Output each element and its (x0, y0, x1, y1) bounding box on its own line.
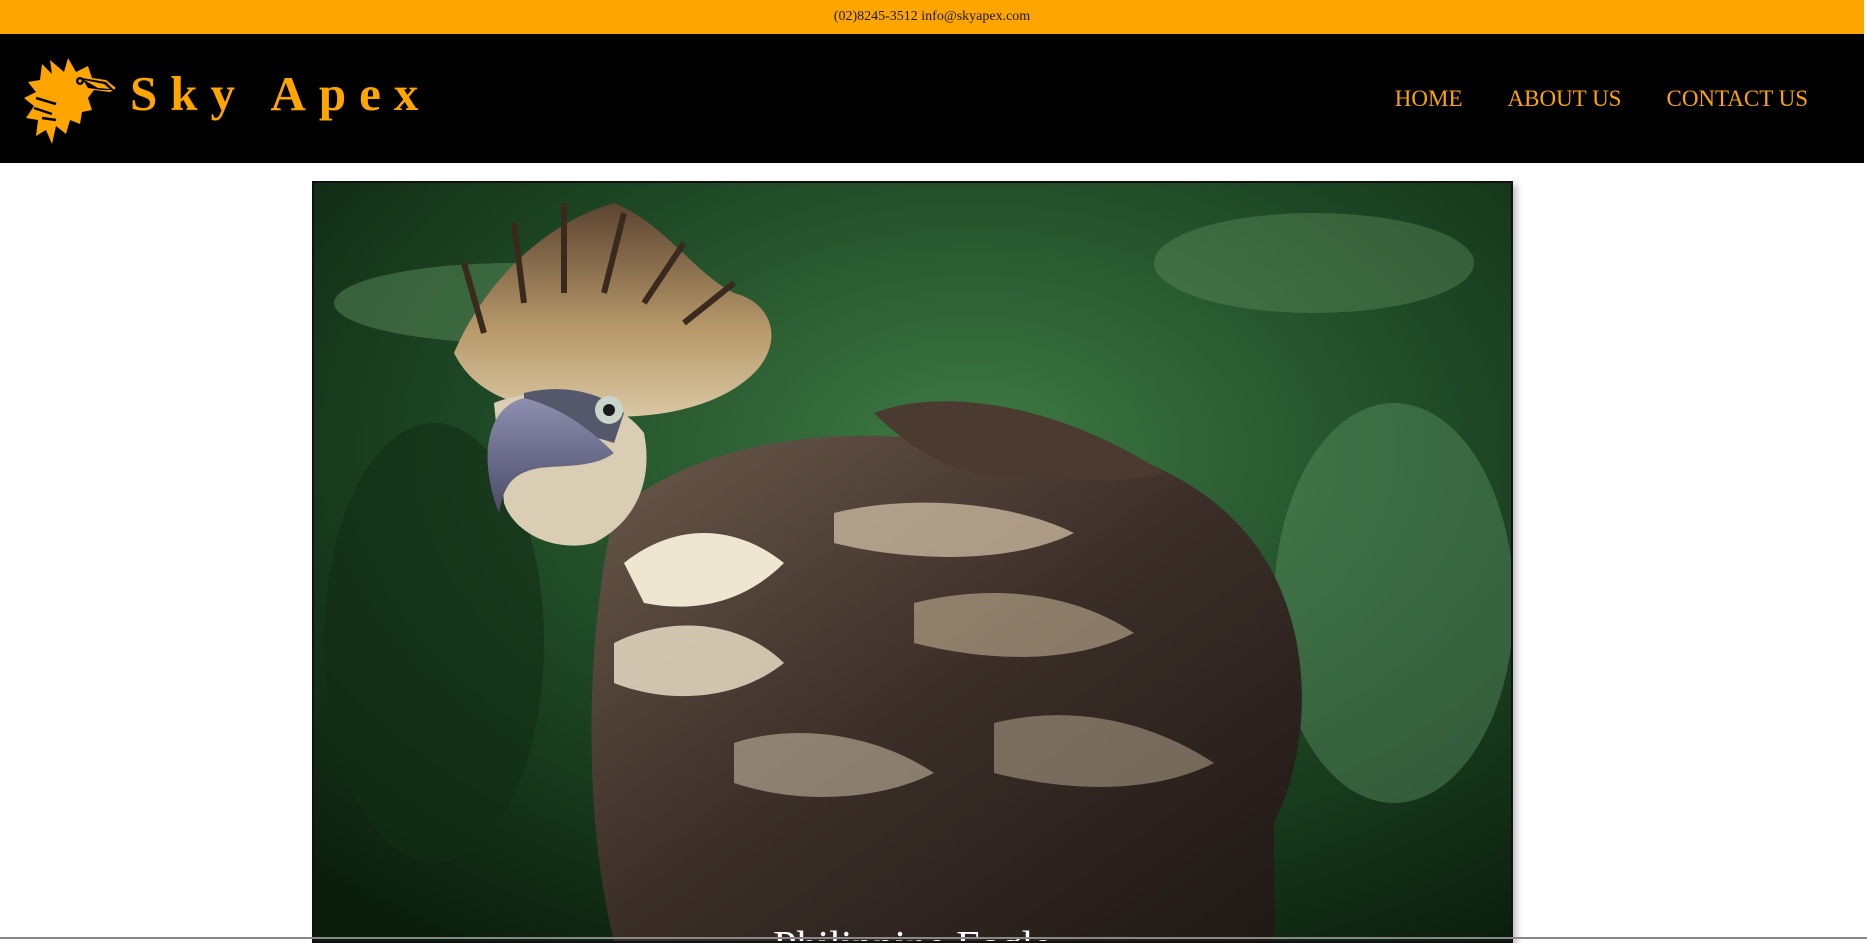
eagle-logo-icon[interactable] (22, 54, 118, 150)
nav-home[interactable]: HOME (1395, 84, 1463, 114)
hero-caption: Philippine Eagle (314, 923, 1511, 941)
contact-bar: (02)8245-3512 info@skyapex.com (0, 0, 1864, 34)
contact-info: (02)8245-3512 info@skyapex.com (833, 9, 1031, 24)
hero-image-frame: Philippine Eagle (312, 181, 1513, 943)
nav-about-us[interactable]: ABOUT US (1508, 84, 1622, 114)
brand-name[interactable]: Sky Apex (130, 64, 431, 124)
nav-contact-us[interactable]: CONTACT US (1666, 84, 1808, 114)
main-nav: HOME ABOUT US CONTACT US (1395, 84, 1808, 114)
philippine-eagle-image (314, 183, 1511, 941)
site-header: Sky Apex HOME ABOUT US CONTACT US (0, 34, 1864, 163)
